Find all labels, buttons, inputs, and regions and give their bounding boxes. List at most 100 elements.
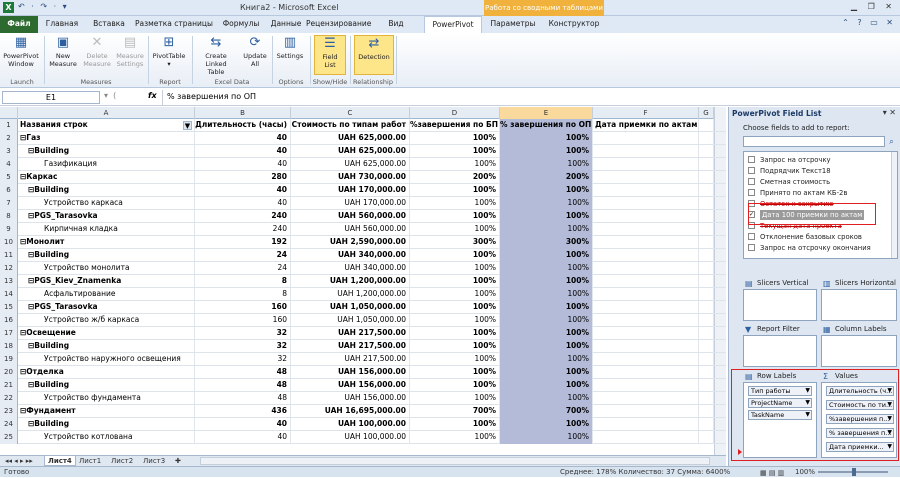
tab-7[interactable]: Вид <box>370 16 422 33</box>
cell-C[interactable]: UAH 1,200,000.00 <box>291 288 410 301</box>
tab-1[interactable]: Главная <box>40 16 84 33</box>
name-box[interactable]: E1 <box>2 91 100 104</box>
cell-C[interactable]: Стоимость по типам работ <box>291 119 410 132</box>
row-number[interactable]: 2 <box>0 132 18 145</box>
cell-G[interactable] <box>699 197 714 210</box>
ribbon-button-5[interactable]: ⇆ Create Linked Table <box>196 35 236 76</box>
cell-C[interactable]: UAH 170,000.00 <box>291 197 410 210</box>
cell-E[interactable]: 100% <box>500 353 593 366</box>
cell-G[interactable] <box>699 119 714 132</box>
cell-B[interactable]: 280 <box>195 171 291 184</box>
cell-B[interactable]: 8 <box>195 275 291 288</box>
cell-D[interactable]: 100% <box>410 392 500 405</box>
cell-C[interactable]: UAH 217,500.00 <box>291 327 410 340</box>
field-item[interactable]: Отклонение базовых сроков <box>760 232 862 242</box>
cell-D[interactable]: 100% <box>410 249 500 262</box>
tab-3[interactable]: Разметка страницы <box>134 16 214 33</box>
cell-G[interactable] <box>699 366 714 379</box>
cell-A[interactable]: ⊟Газ <box>18 132 195 145</box>
cell-D[interactable]: 100% <box>410 275 500 288</box>
cell-F[interactable] <box>593 223 699 236</box>
cell-F[interactable] <box>593 340 699 353</box>
cell-F[interactable] <box>593 431 699 444</box>
tab-2[interactable]: Вставка <box>86 16 132 33</box>
cell-C[interactable]: UAH 340,000.00 <box>291 262 410 275</box>
cell-G[interactable] <box>699 184 714 197</box>
cell-F[interactable] <box>593 405 699 418</box>
report-filter-zone[interactable] <box>743 335 817 367</box>
field-search-input[interactable] <box>743 136 885 147</box>
cell-G[interactable] <box>699 379 714 392</box>
row-number[interactable]: 6 <box>0 184 18 197</box>
cell-E[interactable]: 100% <box>500 223 593 236</box>
cell-E[interactable]: 100% <box>500 158 593 171</box>
cell-F[interactable] <box>593 197 699 210</box>
row-number[interactable]: 23 <box>0 405 18 418</box>
tab-4[interactable]: Формулы <box>216 16 266 33</box>
cell-A[interactable]: Устройство фундамента <box>18 392 195 405</box>
cell-B[interactable]: 40 <box>195 145 291 158</box>
cell-G[interactable] <box>699 314 714 327</box>
ribbon-button-9[interactable]: ⇄ Detection <box>354 35 394 75</box>
quick-access-toolbar[interactable]: ↶ · ↷ · ▾ <box>18 2 69 14</box>
row-number[interactable]: 22 <box>0 392 18 405</box>
cell-D[interactable]: 100% <box>410 184 500 197</box>
cell-F[interactable] <box>593 314 699 327</box>
cell-A[interactable]: ⊟Building <box>18 379 195 392</box>
cell-G[interactable] <box>699 236 714 249</box>
row-number[interactable]: 16 <box>0 314 18 327</box>
cell-B[interactable]: 40 <box>195 158 291 171</box>
cell-F[interactable] <box>593 236 699 249</box>
cell-G[interactable] <box>699 327 714 340</box>
cell-C[interactable]: UAH 156,000.00 <box>291 366 410 379</box>
cell-A[interactable]: Кирпичная кладка <box>18 223 195 236</box>
cell-E[interactable]: 100% <box>500 145 593 158</box>
ribbon-button-4[interactable]: ⊞ PivotTable ▾ <box>150 35 188 75</box>
ribbon-button-7[interactable]: ▥ Settings <box>274 35 306 75</box>
cell-B[interactable]: 32 <box>195 340 291 353</box>
row-number[interactable]: 12 <box>0 262 18 275</box>
cell-F[interactable] <box>593 366 699 379</box>
cell-C[interactable]: UAH 1,200,000.00 <box>291 275 410 288</box>
cell-F[interactable] <box>593 327 699 340</box>
cell-G[interactable] <box>699 431 714 444</box>
cell-G[interactable] <box>699 158 714 171</box>
cell-F[interactable] <box>593 210 699 223</box>
sheet-tab[interactable]: Лист2 <box>108 456 136 466</box>
cell-B[interactable]: 48 <box>195 392 291 405</box>
cell-E[interactable]: 100% <box>500 197 593 210</box>
tab-0[interactable]: Файл <box>0 16 38 33</box>
cell-C[interactable]: UAH 625,000.00 <box>291 132 410 145</box>
view-buttons[interactable]: ▦ ▤ ▥ <box>760 468 790 477</box>
cell-E[interactable]: 100% <box>500 366 593 379</box>
cell-F[interactable] <box>593 418 699 431</box>
field-checkbox[interactable] <box>748 244 755 251</box>
cell-A[interactable]: ⊟Монолит <box>18 236 195 249</box>
cell-F[interactable] <box>593 158 699 171</box>
fx-icon[interactable]: fx <box>148 91 157 100</box>
cell-A[interactable]: Устройство каркаса <box>18 197 195 210</box>
cell-C[interactable]: UAH 217,500.00 <box>291 353 410 366</box>
field-list-scrollbar[interactable] <box>891 152 897 258</box>
cell-B[interactable]: 160 <box>195 314 291 327</box>
row-number[interactable]: 11 <box>0 249 18 262</box>
filter-dropdown-icon[interactable]: ▼ <box>183 121 192 130</box>
cell-B[interactable]: 436 <box>195 405 291 418</box>
help-icon[interactable]: ⌃ ? ▭ ✕ <box>842 18 896 27</box>
insert-sheet-icon[interactable]: ✚ <box>172 456 184 466</box>
column-header-F[interactable]: F <box>593 107 699 119</box>
close-icon[interactable]: ▾ ✕ <box>883 108 896 117</box>
cell-D[interactable]: 100% <box>410 418 500 431</box>
cell-B[interactable]: 48 <box>195 379 291 392</box>
cell-A[interactable]: ⊟Освещение <box>18 327 195 340</box>
cell-F[interactable] <box>593 392 699 405</box>
sheet-tab[interactable]: Лист4 <box>44 456 76 466</box>
cell-F[interactable] <box>593 249 699 262</box>
cell-D[interactable]: 700% <box>410 405 500 418</box>
cell-B[interactable]: 32 <box>195 327 291 340</box>
cell-G[interactable] <box>699 249 714 262</box>
tab-6[interactable]: Рецензирование <box>306 16 371 33</box>
cell-G[interactable] <box>699 405 714 418</box>
cell-A[interactable]: ⊟Building <box>18 145 195 158</box>
cell-E[interactable]: 100% <box>500 210 593 223</box>
